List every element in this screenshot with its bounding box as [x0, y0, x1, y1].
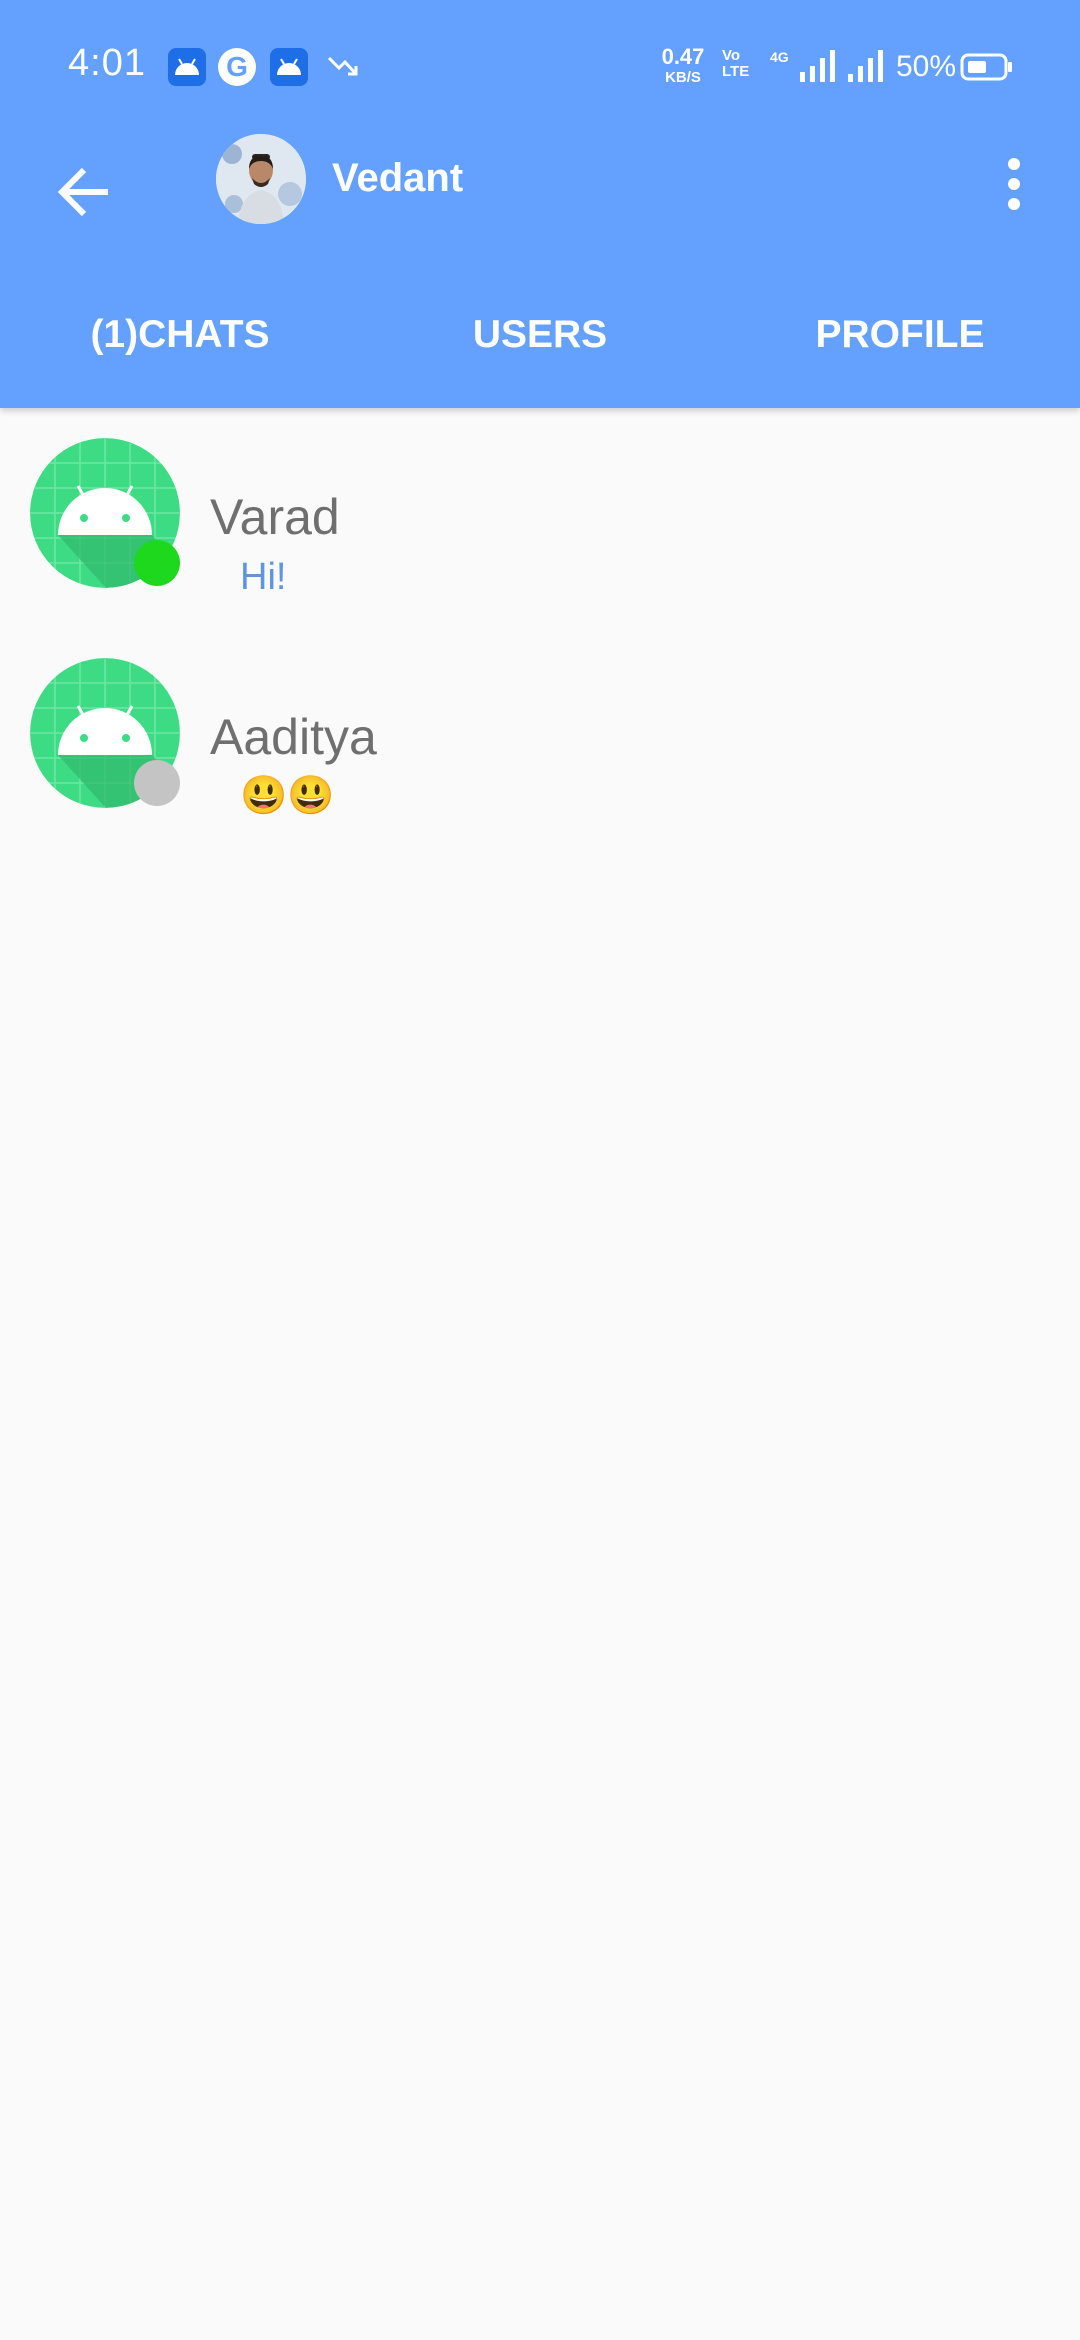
- chat-row-varad[interactable]: Varad Hi!: [0, 438, 1080, 638]
- app-bar: 4:01 G 0.47 KB/S Vo LTE 4G 50% Vedant (1…: [0, 0, 1080, 408]
- trending-down-icon: [326, 52, 360, 87]
- battery-percent: 50%: [896, 50, 957, 83]
- offline-status-dot: [134, 760, 180, 806]
- android-notification-icon: [270, 48, 308, 86]
- android-notification-icon: [168, 48, 206, 86]
- more-vert-icon[interactable]: [1000, 154, 1028, 218]
- toolbar: Vedant: [0, 130, 1080, 260]
- chat-last-message: Hi!: [240, 556, 287, 598]
- tab-bar: (1)CHATS USERS PROFILE: [0, 290, 1080, 390]
- google-icon: G: [218, 48, 256, 86]
- network-type-label: 4G: [770, 49, 789, 65]
- volte-indicator: Vo LTE: [722, 47, 750, 80]
- signal-icon: 4G: [770, 48, 836, 89]
- online-status-dot: [134, 540, 180, 586]
- tab-users[interactable]: USERS: [360, 290, 720, 380]
- chat-row-aaditya[interactable]: Aaditya 😃😃: [0, 658, 1080, 858]
- signal-icon: [846, 48, 888, 89]
- network-speed: 0.47 KB/S: [661, 44, 705, 86]
- tab-profile[interactable]: PROFILE: [720, 290, 1080, 380]
- toolbar-title: Vedant: [332, 156, 464, 200]
- status-time: 4:01: [68, 42, 146, 84]
- tab-chats[interactable]: (1)CHATS: [0, 290, 360, 380]
- chat-name: Varad: [210, 489, 340, 545]
- chat-name: Aaditya: [210, 709, 377, 765]
- arrow-back-icon[interactable]: [56, 160, 120, 224]
- status-bar: 4:01 G 0.47 KB/S Vo LTE 4G 50%: [0, 0, 1080, 130]
- battery-icon: [960, 52, 1014, 87]
- chat-last-message: 😃😃: [240, 775, 335, 817]
- profile-avatar[interactable]: [216, 134, 306, 224]
